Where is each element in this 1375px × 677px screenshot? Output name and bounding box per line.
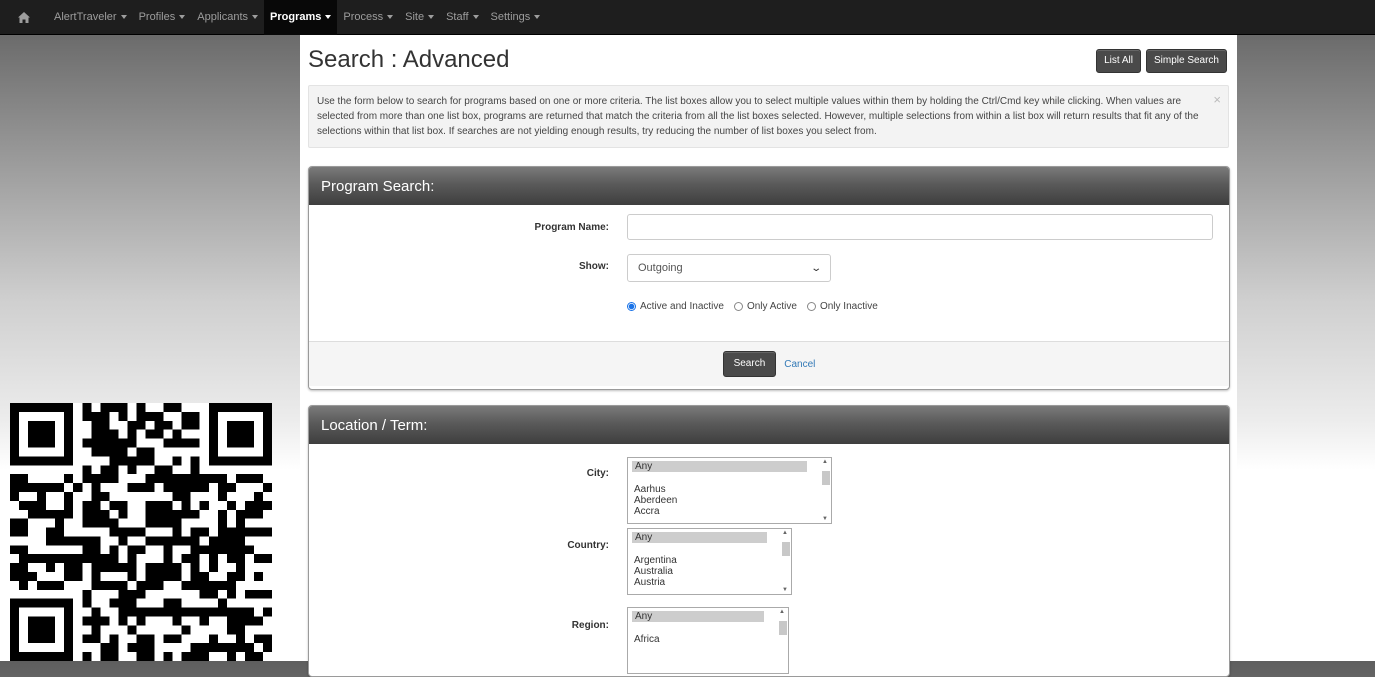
program-name-row: Program Name: [309,205,1229,247]
radio-only-inactive[interactable] [806,302,816,311]
city-label: City: [586,468,609,479]
country-label: Country: [567,540,609,551]
nav-label: Staff [446,11,469,23]
region-listbox[interactable]: Any Africa ▲ [627,607,789,674]
list-item[interactable]: Australia [628,566,791,577]
caret-down-icon [252,15,259,19]
scroll-down-icon[interactable]: ▼ [822,516,828,522]
list-item[interactable]: Austria [628,577,791,588]
radio-label: Only Active [746,301,797,312]
search-button[interactable]: Search [722,351,777,377]
caret-down-icon [472,15,479,19]
close-icon[interactable]: × [1213,92,1221,107]
status-row: Active and Inactive Only Active Only Ina… [309,289,1229,341]
list-item[interactable]: Aarhus [628,484,831,495]
info-alert: Use the form below to search for program… [308,85,1229,148]
header-buttons: List All Simple Search [1096,49,1227,73]
nav-settings[interactable]: Settings [485,0,547,35]
scroll-up-icon[interactable]: ▲ [779,609,785,615]
simple-search-button[interactable]: Simple Search [1145,49,1227,73]
panel-heading: Location / Term: [309,406,1229,444]
caret-down-icon [534,15,541,19]
city-listbox[interactable]: Any Aarhus Aberdeen Accra ▲ ▼ [627,457,832,524]
nav-label: Site [405,11,425,23]
nav-label: AlertTraveler [54,11,117,23]
radio-label: Only Inactive [819,301,878,312]
nav-process[interactable]: Process [337,0,399,35]
list-all-button[interactable]: List All [1096,49,1141,73]
nav-applicants[interactable]: Applicants [191,0,264,35]
scroll-thumb[interactable] [782,542,790,556]
nav-label: Programs [270,11,322,23]
home-icon[interactable] [0,11,48,23]
show-label: Show: [579,261,609,272]
scroll-up-icon[interactable]: ▲ [822,459,828,465]
region-row: Region: Any Africa ▲ [309,604,1229,674]
scrollbar[interactable]: ▲ ▼ [819,458,831,523]
main-content: Search : Advanced List All Simple Search… [300,35,1237,677]
show-row: Show: Outgoing ⌄ [309,247,1229,289]
radio-active-and-inactive[interactable] [627,302,636,311]
radio-label: Active and Inactive [640,301,724,312]
radio-only-active[interactable] [733,302,743,311]
program-search-panel: Program Search: Program Name: Show: Outg… [308,166,1230,390]
program-name-label: Program Name: [534,222,609,233]
nav-profiles[interactable]: Profiles [133,0,192,35]
scrollbar[interactable]: ▲ [776,608,788,673]
caret-down-icon [428,15,435,19]
show-select-value: Outgoing [638,262,683,274]
page-title: Search : Advanced [308,46,510,73]
list-item[interactable]: Any [632,461,807,472]
cancel-link[interactable]: Cancel [784,359,815,370]
qr-code [10,403,272,661]
info-text: Use the form below to search for program… [317,96,1199,137]
panel-footer: Search Cancel [309,341,1229,386]
caret-down-icon [325,15,332,19]
list-item[interactable]: Africa [628,634,788,645]
caret-down-icon [179,15,186,19]
show-select[interactable]: Outgoing ⌄ [627,254,831,282]
program-name-input[interactable] [627,214,1213,240]
city-row: City: Any Aarhus Aberdeen Accra ▲ ▼ [309,444,1229,524]
scroll-down-icon[interactable]: ▼ [782,587,788,593]
list-item[interactable]: Aberdeen [628,495,831,506]
region-label: Region: [571,620,609,631]
nav-label: Profiles [138,11,176,23]
location-term-panel: Location / Term: City: Any Aarhus Aberde… [308,405,1230,677]
country-row: Country: Any Argentina Australia Austria… [309,524,1229,604]
top-navbar: AlertTraveler Profiles Applicants Progra… [0,0,1375,35]
nav-staff[interactable]: Staff [440,0,484,35]
list-item[interactable]: Argentina [628,555,791,566]
nav-alerttraveler[interactable]: AlertTraveler [48,0,133,35]
country-listbox[interactable]: Any Argentina Australia Austria ▲ ▼ [627,528,792,595]
nav-site[interactable]: Site [399,0,440,35]
scroll-thumb[interactable] [779,621,787,635]
list-item[interactable]: Accra [628,506,831,517]
caret-down-icon [120,15,127,19]
scrollbar[interactable]: ▲ ▼ [779,529,791,594]
caret-down-icon [387,15,394,19]
nav-label: Settings [490,11,531,23]
nav-label: Applicants [197,11,249,23]
scroll-up-icon[interactable]: ▲ [782,530,788,536]
panel-heading: Program Search: [309,167,1229,205]
nav-label: Process [343,11,384,23]
chevron-down-icon: ⌄ [809,262,822,274]
nav-programs[interactable]: Programs [264,0,338,35]
list-item[interactable]: Any [632,611,764,622]
list-item[interactable]: Any [632,532,767,543]
page-header: Search : Advanced List All Simple Search [308,35,1229,85]
status-radio-group: Active and Inactive Only Active Only Ina… [627,301,878,312]
scroll-thumb[interactable] [822,471,830,485]
